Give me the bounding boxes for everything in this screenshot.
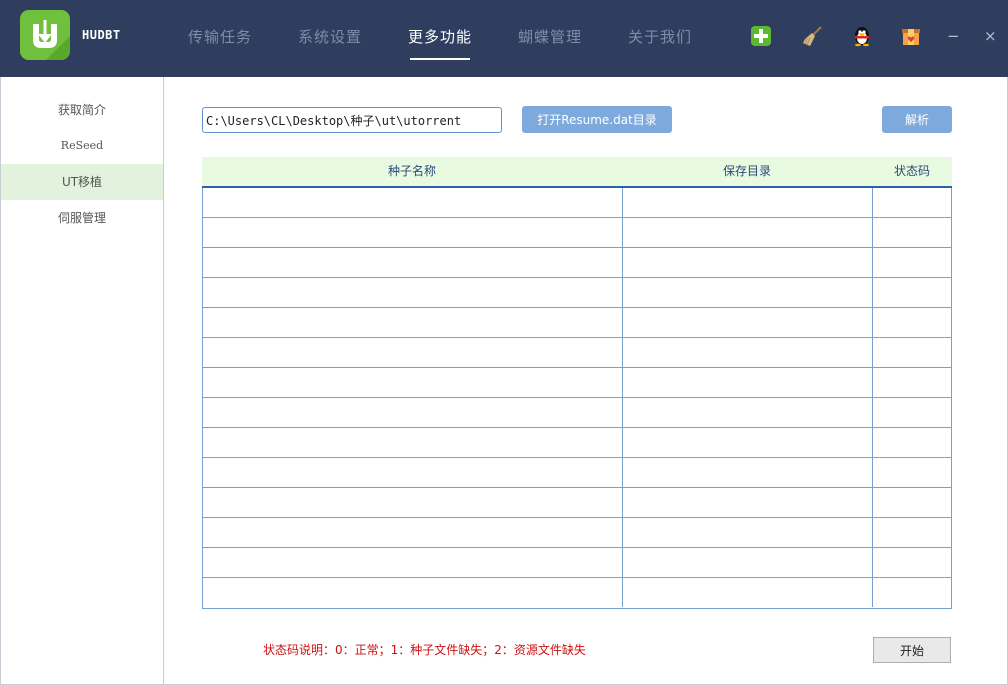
table-cell — [203, 278, 622, 307]
sidebar: 获取简介 ReSeed UT移植 伺服管理 — [1, 77, 164, 684]
tab-about-us[interactable]: 关于我们 — [628, 26, 692, 47]
add-icon[interactable] — [750, 25, 772, 47]
table-cell — [622, 548, 872, 577]
table-cell — [872, 488, 951, 517]
table-cell — [872, 248, 951, 277]
table-cell — [872, 308, 951, 337]
table-cell — [872, 548, 951, 577]
table-cell — [622, 188, 872, 217]
table-cell — [203, 548, 622, 577]
gift-box-icon[interactable] — [900, 25, 922, 47]
tab-system-settings[interactable]: 系统设置 — [298, 26, 362, 47]
table-row[interactable] — [203, 578, 951, 608]
table-cell — [203, 248, 622, 277]
table-cell — [622, 278, 872, 307]
table-row[interactable] — [203, 308, 951, 338]
active-tab-indicator — [410, 58, 470, 60]
column-header-status-code[interactable]: 状态码 — [872, 157, 952, 186]
status-code-legend: 状态码说明：0：正常；1：种子文件缺失；2：资源文件缺失 — [263, 643, 586, 657]
table-row[interactable] — [203, 218, 951, 248]
table-cell — [622, 398, 872, 427]
table-cell — [622, 338, 872, 367]
column-header-save-dir[interactable]: 保存目录 — [622, 157, 872, 186]
table-cell — [203, 218, 622, 247]
table-cell — [872, 368, 951, 397]
tab-more-features[interactable]: 更多功能 — [408, 26, 472, 47]
table-cell — [203, 338, 622, 367]
resume-path-input[interactable] — [202, 107, 502, 133]
table-cell — [872, 578, 951, 607]
table-cell — [203, 308, 622, 337]
table-cell — [872, 188, 951, 217]
table-cell — [622, 458, 872, 487]
title-bar: HUDBT 传输任务 系统设置 更多功能 蝴蝶管理 关于我们 − × — [0, 0, 1008, 77]
table-cell — [203, 518, 622, 547]
table-row[interactable] — [203, 458, 951, 488]
table-cell — [622, 218, 872, 247]
table-row[interactable] — [203, 188, 951, 218]
table-cell — [203, 488, 622, 517]
app-logo-icon — [20, 10, 70, 60]
table-cell — [872, 458, 951, 487]
table-cell — [872, 338, 951, 367]
sidebar-item-get-intro[interactable]: 获取简介 — [1, 92, 163, 128]
table-row[interactable] — [203, 368, 951, 398]
table-cell — [622, 308, 872, 337]
table-cell — [203, 428, 622, 457]
table-cell — [203, 398, 622, 427]
minimize-button[interactable]: − — [947, 26, 960, 46]
table-cell — [203, 578, 622, 607]
qq-penguin-icon[interactable] — [851, 25, 873, 47]
table-row[interactable] — [203, 428, 951, 458]
table-body — [202, 188, 952, 609]
sidebar-item-server-management[interactable]: 伺服管理 — [1, 200, 163, 236]
start-button[interactable]: 开始 — [873, 637, 951, 663]
table-row[interactable] — [203, 278, 951, 308]
table-row[interactable] — [203, 518, 951, 548]
table-cell — [622, 518, 872, 547]
close-button[interactable]: × — [984, 26, 997, 46]
table-row[interactable] — [203, 488, 951, 518]
sidebar-item-ut-migration[interactable]: UT移植 — [1, 164, 163, 200]
table-cell — [622, 488, 872, 517]
table-cell — [872, 278, 951, 307]
broom-icon[interactable] — [801, 25, 823, 47]
table-row[interactable] — [203, 338, 951, 368]
table-row[interactable] — [203, 398, 951, 428]
table-cell — [872, 518, 951, 547]
table-header: 种子名称 保存目录 状态码 — [202, 157, 952, 188]
table-cell — [872, 398, 951, 427]
table-cell — [622, 248, 872, 277]
table-cell — [622, 578, 872, 607]
app-name: HUDBT — [82, 28, 121, 42]
table-cell — [203, 188, 622, 217]
parse-button[interactable]: 解析 — [882, 106, 952, 133]
table-row[interactable] — [203, 248, 951, 278]
open-resume-dir-button[interactable]: 打开Resume.dat目录 — [522, 106, 672, 133]
table-cell — [872, 428, 951, 457]
tab-transfer-tasks[interactable]: 传输任务 — [188, 26, 252, 47]
table-row[interactable] — [203, 548, 951, 578]
tab-butterfly-management[interactable]: 蝴蝶管理 — [518, 26, 582, 47]
table-cell — [203, 458, 622, 487]
table-cell — [203, 368, 622, 397]
torrent-table: 种子名称 保存目录 状态码 — [202, 157, 952, 609]
table-cell — [622, 368, 872, 397]
sidebar-item-reseed[interactable]: ReSeed — [1, 128, 163, 164]
column-header-torrent-name[interactable]: 种子名称 — [202, 157, 622, 186]
table-cell — [872, 218, 951, 247]
table-cell — [622, 428, 872, 457]
